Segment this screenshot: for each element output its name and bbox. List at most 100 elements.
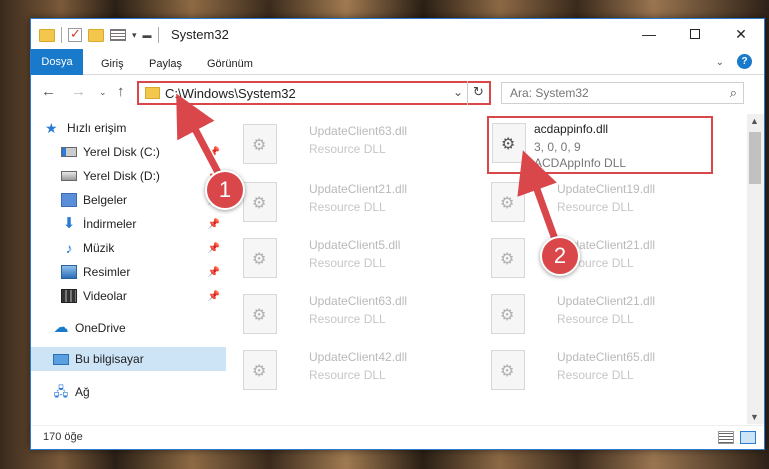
sidebar-item-videos[interactable]: Videolar 📌 (31, 284, 226, 308)
file-type: ACDAppInfo DLL (534, 156, 627, 170)
sidebar-item-network[interactable]: 🖧 Ağ (31, 380, 226, 404)
dll-file-icon (491, 238, 525, 278)
file-type: Resource DLL (309, 312, 386, 326)
file-item[interactable]: UpdateClient5.dll Resource DLL (239, 232, 465, 286)
star-icon: ★ (45, 120, 58, 136)
file-item[interactable]: UpdateClient65.dll Resource DLL (487, 344, 713, 398)
dll-file-icon (243, 350, 277, 390)
help-icon[interactable]: ? (737, 54, 752, 69)
expand-ribbon-icon[interactable]: ⌄ (716, 57, 724, 68)
video-icon (61, 289, 77, 303)
file-name: UpdateClient63.dll (309, 294, 408, 308)
new-folder-icon[interactable] (88, 28, 104, 42)
properties-check-icon[interactable] (68, 26, 82, 42)
document-icon (61, 193, 77, 207)
file-item[interactable]: UpdateClient42.dll Resource DLL (239, 344, 465, 398)
sidebar-item-local-disk-d[interactable]: Yerel Disk (D:) 📌 (31, 164, 226, 188)
scroll-thumb[interactable] (749, 132, 761, 184)
sidebar-item-this-pc[interactable]: Bu bilgisayar (31, 347, 226, 371)
folder-icon (145, 87, 160, 99)
ribbon-tabs: Dosya Giriş Paylaş Görünüm ⌄ ? (31, 49, 764, 75)
file-item-highlighted[interactable]: acdappinfo.dll 3, 0, 0, 9 ACDAppInfo DLL (487, 116, 713, 174)
sidebar-item-label: İndirmeler (83, 217, 137, 231)
pin-icon: 📌 (207, 290, 220, 302)
refresh-button[interactable]: ↻ (467, 81, 489, 105)
up-button[interactable]: ↑ (117, 83, 125, 100)
close-button[interactable]: ✕ (718, 19, 764, 49)
tiles-view-icon[interactable] (740, 431, 756, 444)
music-icon: ♪ (65, 240, 73, 256)
search-input[interactable] (502, 83, 712, 103)
scroll-down-icon[interactable]: ▼ (750, 412, 759, 422)
vertical-scrollbar[interactable]: ▲ ▼ (747, 114, 764, 424)
cloud-icon: ☁ (53, 319, 69, 336)
dropdown-icon[interactable]: ▬ (143, 30, 152, 40)
file-name: UpdateClient42.dll (309, 350, 408, 364)
dll-file-icon (491, 294, 525, 334)
dll-file-icon (243, 294, 277, 334)
pin-icon: 📌 (207, 266, 220, 278)
back-button[interactable]: ← (41, 83, 56, 100)
dll-file-icon (243, 182, 277, 222)
forward-button[interactable]: → (71, 83, 86, 100)
pin-icon: 📌 (207, 242, 220, 254)
pin-icon: 📌 (207, 146, 220, 158)
tab-file[interactable]: Dosya (31, 49, 83, 75)
file-type: Resource DLL (309, 200, 386, 214)
quick-access-toolbar: ▾ ▬ (39, 26, 159, 43)
item-count: 170 öğe (43, 431, 83, 443)
sidebar-item-label: Bu bilgisayar (75, 352, 144, 366)
file-type: Resource DLL (557, 312, 634, 326)
file-version: 3, 0, 0, 9 (534, 140, 581, 154)
sidebar-item-quick-access[interactable]: ★ Hızlı erişim (31, 116, 226, 140)
address-path[interactable]: C:\Windows\System32 (165, 86, 296, 101)
window-title: System32 (171, 27, 229, 42)
file-item[interactable]: UpdateClient63.dll Resource DLL (239, 118, 465, 172)
file-item[interactable]: UpdateClient21.dll Resource DLL (487, 232, 713, 286)
sidebar-item-music[interactable]: ♪ Müzik 📌 (31, 236, 226, 260)
sidebar-item-label: Videolar (83, 289, 127, 303)
tab-share[interactable]: Paylaş (149, 53, 182, 75)
search-icon[interactable]: ⌕ (730, 85, 737, 101)
pictures-icon (61, 265, 77, 279)
file-type: Resource DLL (309, 368, 386, 382)
file-item[interactable]: UpdateClient63.dll Resource DLL (239, 288, 465, 342)
file-item[interactable]: UpdateClient19.dll Resource DLL (487, 176, 713, 230)
tab-home[interactable]: Giriş (101, 53, 124, 75)
maximize-button[interactable] (672, 19, 718, 49)
customize-icon[interactable] (110, 29, 126, 41)
scroll-up-icon[interactable]: ▲ (750, 116, 759, 126)
file-item[interactable]: UpdateClient21.dll Resource DLL (239, 176, 465, 230)
file-type: Resource DLL (309, 256, 386, 270)
address-bar[interactable]: C:\Windows\System32 ⌄ ↻ (137, 81, 491, 105)
file-item[interactable]: UpdateClient21.dll Resource DLL (487, 288, 713, 342)
dll-file-icon (491, 182, 525, 222)
sidebar-item-label: Yerel Disk (C:) (83, 145, 160, 159)
sidebar-item-pictures[interactable]: Resimler 📌 (31, 260, 226, 284)
dll-file-icon (243, 124, 277, 164)
tab-view[interactable]: Görünüm (207, 53, 253, 75)
sidebar-item-local-disk-c[interactable]: Yerel Disk (C:) 📌 (31, 140, 226, 164)
file-list: UpdateClient63.dll Resource DLL acdappin… (229, 114, 741, 424)
file-type: Resource DLL (557, 200, 634, 214)
file-name: acdappinfo.dll (534, 122, 609, 136)
pin-icon: 📌 (207, 218, 220, 230)
sidebar-item-onedrive[interactable]: ☁ OneDrive (31, 316, 226, 340)
recent-locations-icon[interactable]: ⌄ (99, 87, 107, 98)
minimize-button[interactable]: — (626, 19, 672, 49)
file-name: UpdateClient19.dll (557, 182, 656, 196)
annotation-marker-2: 2 (540, 236, 580, 276)
sidebar-item-documents[interactable]: Belgeler 📌 (31, 188, 226, 212)
file-type: Resource DLL (309, 142, 386, 156)
network-icon: 🖧 (53, 384, 69, 399)
sidebar-item-downloads[interactable]: ⬇ İndirmeler 📌 (31, 212, 226, 236)
chevron-down-icon[interactable]: ▾ (132, 30, 137, 41)
sidebar-item-label: OneDrive (75, 321, 126, 335)
title-bar: ▾ ▬ System32 — ✕ (31, 19, 764, 49)
file-name: UpdateClient21.dll (309, 182, 408, 196)
search-box[interactable]: ⌕ (501, 82, 744, 104)
chevron-down-icon[interactable]: ⌄ (453, 85, 463, 99)
sidebar-item-label: Yerel Disk (D:) (83, 169, 160, 183)
maximize-icon (690, 29, 700, 39)
details-view-icon[interactable] (718, 431, 734, 444)
